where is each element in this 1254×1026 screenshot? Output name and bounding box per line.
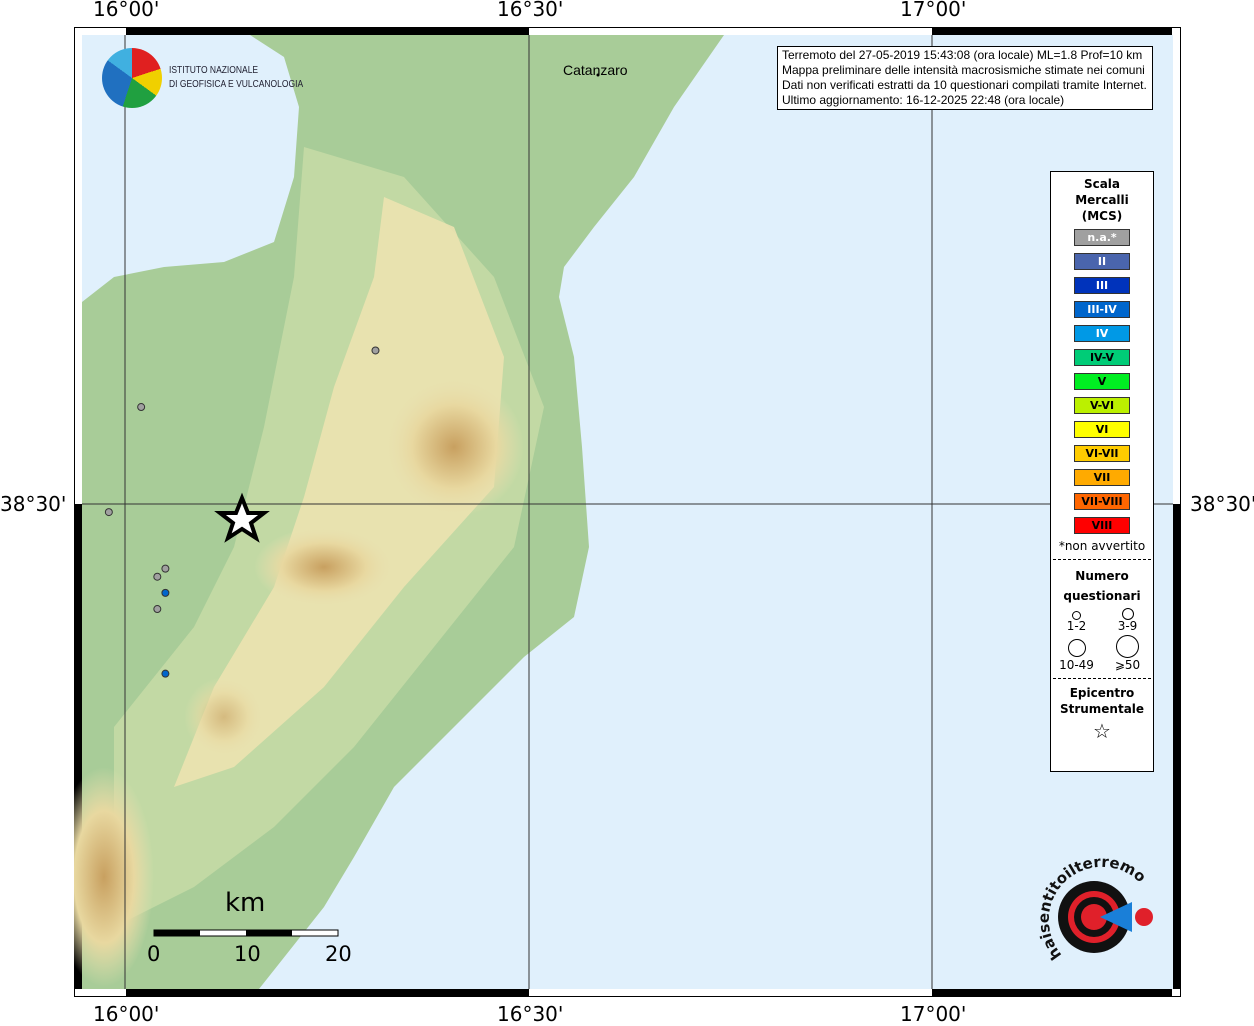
count-label: 1-2 bbox=[1066, 619, 1087, 633]
legend-swatch: VI-VII bbox=[1074, 445, 1130, 462]
ingv-logo-icon bbox=[102, 48, 162, 108]
logo-line-1: ISTITUTO NAZIONALE bbox=[169, 65, 259, 76]
legend-swatch: III bbox=[1074, 277, 1130, 294]
observation-marker[interactable] bbox=[161, 669, 170, 678]
tick-bottom-1700: 17°00' bbox=[900, 1002, 967, 1026]
observation-marker[interactable] bbox=[153, 572, 162, 581]
intensity-scale: n.a.* II III III-IV IV IV-V V V-VI VI VI-VII VII VI… bbox=[1051, 229, 1153, 534]
epicenter-title-line: Epicentro bbox=[1069, 686, 1135, 700]
observation-marker[interactable] bbox=[104, 508, 113, 517]
scale-unit: km bbox=[225, 888, 266, 918]
logo-line-2: DI GEOFISICA E VULCANOLOGIA bbox=[169, 79, 304, 90]
legend-swatch: VIII bbox=[1074, 517, 1130, 534]
count-label: 3-9 bbox=[1117, 619, 1138, 633]
tick-bottom-1600: 16°00' bbox=[93, 1002, 160, 1026]
place-label-catanzaro: Catanzaro bbox=[563, 62, 628, 78]
count-label: 10-49 bbox=[1059, 658, 1094, 672]
count-label: ⩾50 bbox=[1114, 658, 1141, 672]
legend-swatch: n.a.* bbox=[1074, 229, 1130, 246]
scale-label-20: 20 bbox=[325, 942, 352, 966]
epicenter-title: Epicentro Strumentale bbox=[1051, 685, 1153, 717]
tick-top-1630: 16°30' bbox=[497, 0, 564, 21]
observation-marker[interactable] bbox=[153, 605, 162, 614]
tick-right-3830: 38°30' bbox=[1190, 492, 1254, 516]
tick-left-3830: 38°30' bbox=[0, 492, 67, 516]
info-line: Ultimo aggiornamento: 16-12-2025 22:48 (… bbox=[782, 93, 1065, 107]
legend-swatch: VI bbox=[1074, 421, 1130, 438]
observation-marker[interactable] bbox=[161, 564, 170, 573]
tick-top-1600: 16°00' bbox=[93, 0, 160, 21]
star-icon: ☆ bbox=[1093, 719, 1111, 743]
tick-top-1700: 17°00' bbox=[900, 0, 967, 21]
haisentito-logo-icon: haisentitoilterremoto.it bbox=[1032, 855, 1153, 963]
legend-swatch: VII-VIII bbox=[1074, 493, 1130, 510]
info-line: Mappa preliminare delle intensità macros… bbox=[782, 63, 1145, 77]
info-line: Dati non verificati estratti da 10 quest… bbox=[782, 78, 1147, 92]
legend-title-line: Mercalli bbox=[1075, 193, 1129, 207]
event-info-box: Terremoto del 27-05-2019 15:43:08 (ora l… bbox=[777, 46, 1153, 110]
scale-label-10: 10 bbox=[234, 942, 261, 966]
legend-swatch: II bbox=[1074, 253, 1130, 270]
legend-title: Scala Mercalli (MCS) bbox=[1051, 176, 1153, 224]
ingv-logo-text: ISTITUTO NAZIONALE DI GEOFISICA E VULCAN… bbox=[169, 64, 303, 92]
legend-swatch: IV bbox=[1074, 325, 1130, 342]
observation-marker[interactable] bbox=[137, 403, 146, 412]
info-line: Terremoto del 27-05-2019 15:43:08 (ora l… bbox=[782, 48, 1143, 62]
circle-large-icon bbox=[1067, 639, 1086, 657]
epicenter-title-line: Strumentale bbox=[1059, 702, 1145, 716]
legend-title-line: Scala bbox=[1083, 177, 1121, 191]
observation-marker[interactable] bbox=[161, 588, 170, 597]
observation-marker[interactable] bbox=[371, 346, 380, 355]
legend-swatch: VII bbox=[1074, 469, 1130, 486]
count-title-line: Numero bbox=[1075, 569, 1129, 583]
count-title: Numero questionari bbox=[1051, 566, 1153, 606]
scale-label-0: 0 bbox=[147, 942, 161, 966]
legend-title-line: (MCS) bbox=[1081, 209, 1123, 223]
circle-xlarge-icon bbox=[1116, 635, 1139, 658]
legend: Scala Mercalli (MCS) n.a.* II III III-IV IV I… bbox=[1050, 171, 1154, 772]
legend-swatch: III-IV bbox=[1074, 301, 1130, 318]
count-title-line: questionari bbox=[1063, 589, 1141, 603]
scale-bar bbox=[153, 929, 339, 937]
legend-note: *non avvertito bbox=[1058, 539, 1146, 553]
tick-bottom-1630: 16°30' bbox=[497, 1002, 564, 1026]
legend-swatch: V bbox=[1074, 373, 1130, 390]
intensity-map[interactable] bbox=[74, 27, 1181, 997]
legend-swatch: V-VI bbox=[1074, 397, 1130, 414]
legend-swatch: IV-V bbox=[1074, 349, 1130, 366]
